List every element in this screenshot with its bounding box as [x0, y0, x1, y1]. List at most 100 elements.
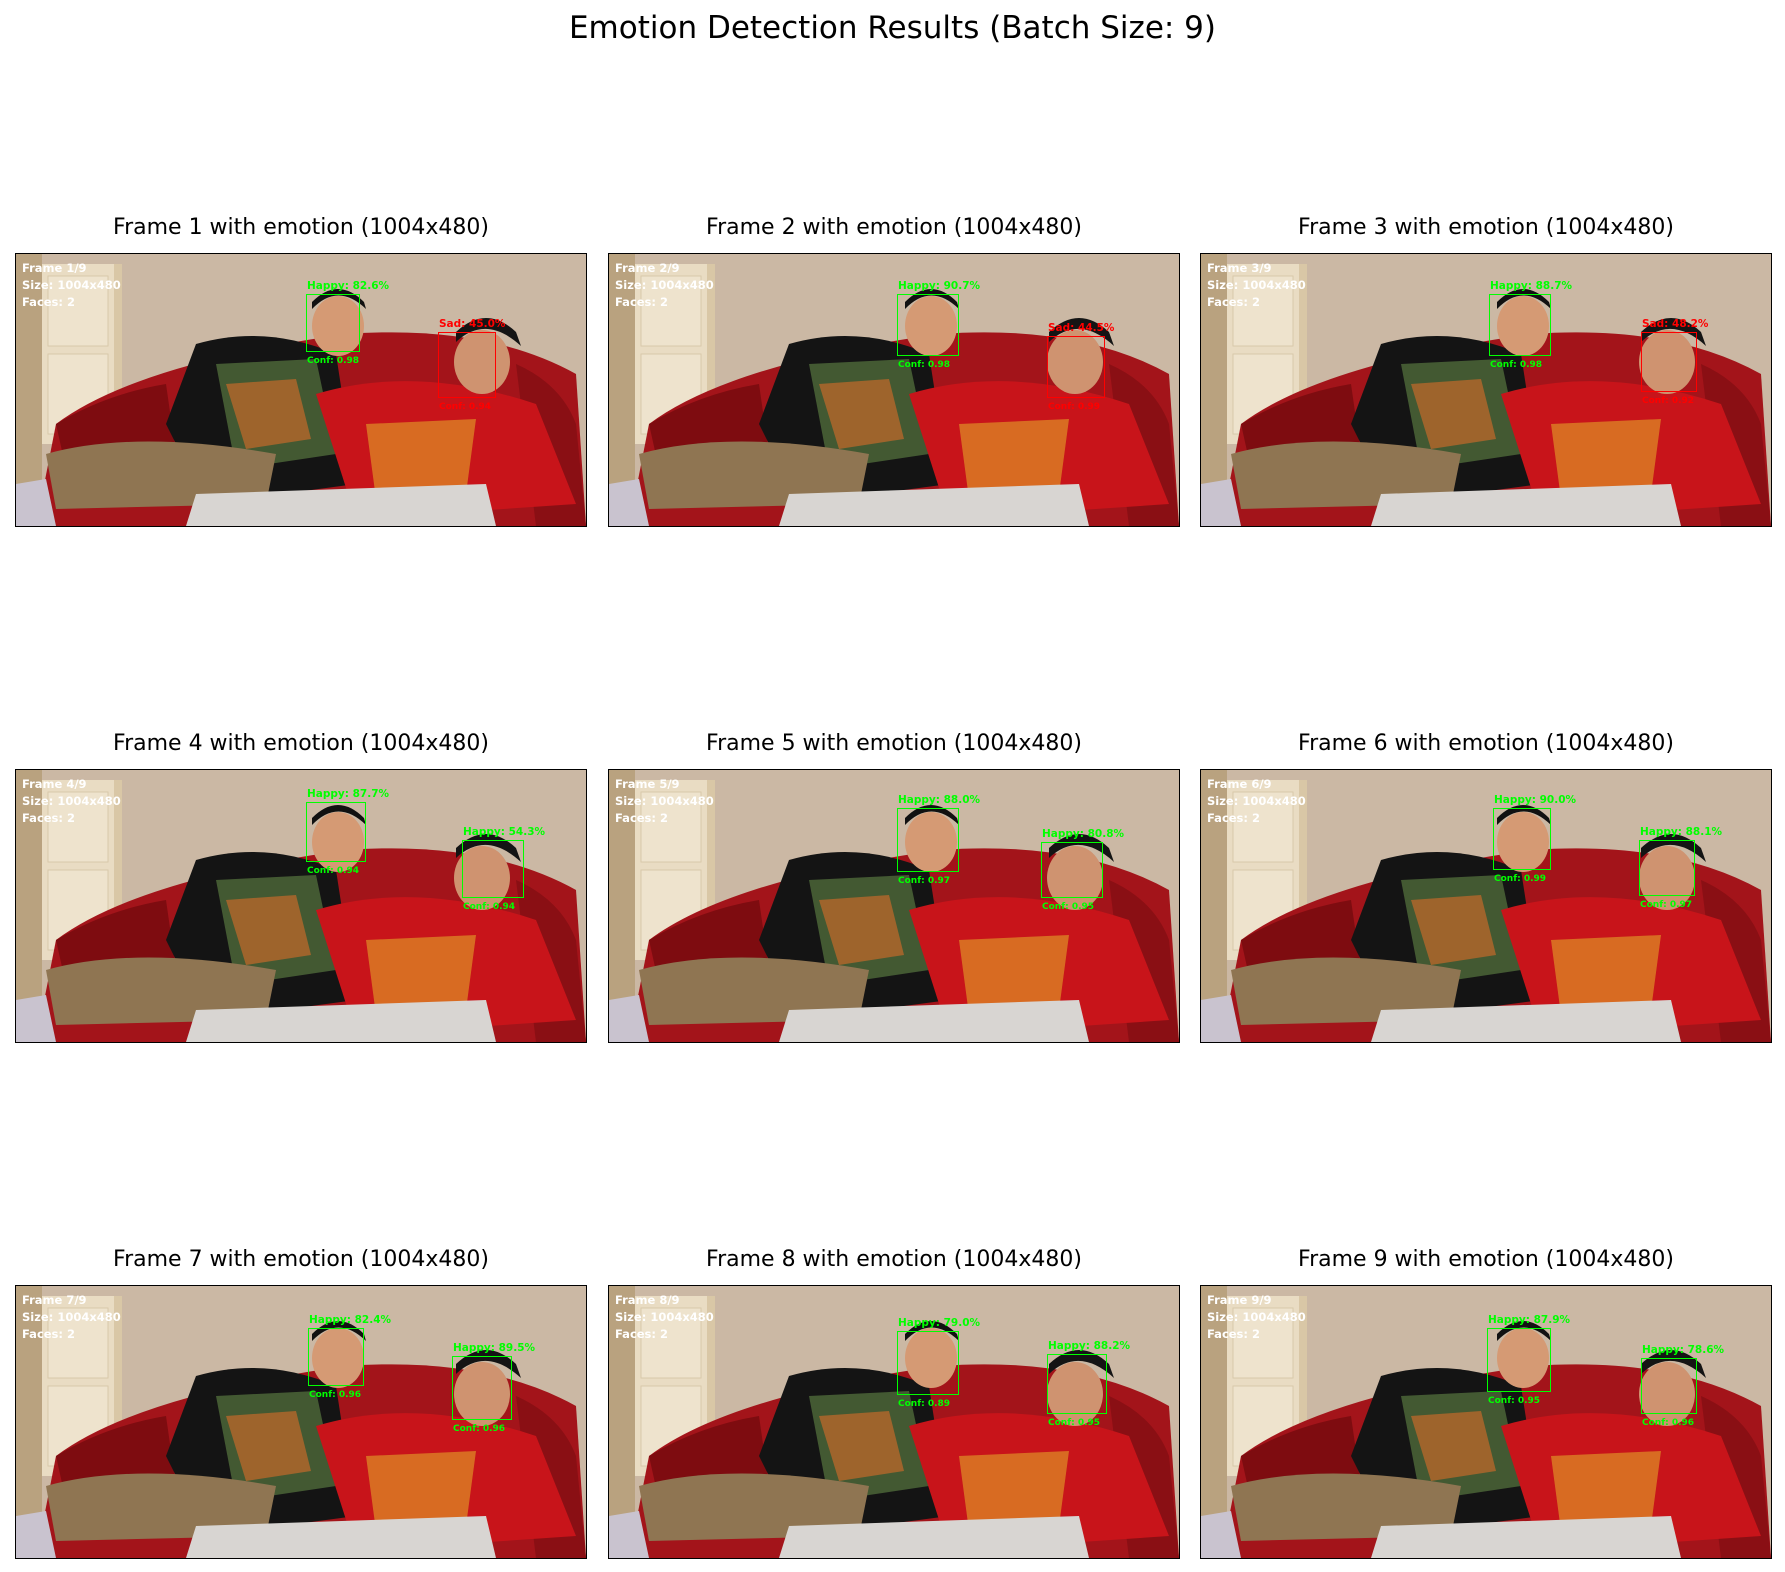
face-detection-box: Happy: 87.7% Conf: 0.94: [306, 788, 389, 876]
frame-title: Frame 6 with emotion (1004x480): [1298, 731, 1674, 756]
emotion-label: Happy: 79.0%: [898, 1317, 981, 1329]
frame-info-overlay: Frame 6/9 Size: 1004x480 Faces: 2: [1207, 776, 1306, 827]
frame-info-line: Frame 6/9: [1207, 777, 1272, 791]
frame-info-overlay: Frame 9/9 Size: 1004x480 Faces: 2: [1207, 1292, 1306, 1343]
frame-panel: Frame 2 with emotion (1004x480) Frame 2/…: [608, 215, 1180, 527]
face-detection-box: Happy: 54.3% Conf: 0.94: [462, 826, 545, 912]
face-detection-box: Sad: 44.5% Conf: 0.99: [1047, 322, 1114, 412]
emotion-label: Happy: 88.1%: [1640, 826, 1723, 838]
face-detection-box: Happy: 87.9% Conf: 0.95: [1487, 1314, 1570, 1406]
frame-info-line: Frame 3/9: [1207, 261, 1272, 275]
emotion-label: Happy: 87.7%: [307, 788, 390, 800]
frame-info-line: Frame 7/9: [22, 1293, 87, 1307]
frame-info-line: Frame 2/9: [615, 261, 680, 275]
face-detection-box: Happy: 90.7% Conf: 0.98: [897, 280, 980, 370]
face-detection-box: Sad: 45.0% Conf: 0.94: [438, 318, 505, 412]
frame-info-line: Size: 1004x480: [615, 1310, 714, 1324]
confidence-label: Conf: 0.97: [1640, 900, 1693, 910]
face-detection-box: Happy: 88.1% Conf: 0.97: [1639, 826, 1722, 910]
frame-title: Frame 4 with emotion (1004x480): [113, 731, 489, 756]
face-detection-box: Happy: 82.4% Conf: 0.96: [308, 1314, 391, 1400]
confidence-label: Conf: 0.98: [898, 360, 951, 370]
confidence-label: Conf: 0.95: [1488, 1396, 1541, 1406]
frame-image: Frame 9/9 Size: 1004x480 Faces: 2 Happy: 87…: [1200, 1285, 1772, 1559]
emotion-label: Happy: 88.0%: [898, 794, 981, 806]
frame-title: Frame 3 with emotion (1004x480): [1298, 215, 1674, 240]
frame-title: Frame 8 with emotion (1004x480): [706, 1247, 1082, 1272]
face-detection-box: Happy: 88.7% Conf: 0.98: [1489, 280, 1572, 370]
frame-info-line: Size: 1004x480: [22, 1310, 121, 1324]
frame-info-line: Faces: 2: [1207, 811, 1261, 825]
emotion-label: Sad: 48.2%: [1642, 318, 1709, 330]
frame-image: Frame 7/9 Size: 1004x480 Faces: 2 Happy: 82…: [15, 1285, 587, 1559]
frame-panel: Frame 6 with emotion (1004x480) Frame 6/…: [1200, 731, 1772, 1043]
frame-panel: Frame 7 with emotion (1004x480) Frame 7/…: [15, 1247, 587, 1559]
emotion-label: Sad: 45.0%: [439, 318, 506, 330]
frame-panel: Frame 4 with emotion (1004x480) Frame 4/…: [15, 731, 587, 1043]
confidence-label: Conf: 0.95: [1042, 902, 1095, 912]
confidence-label: Conf: 0.98: [1490, 360, 1543, 370]
frame-title: Frame 7 with emotion (1004x480): [113, 1247, 489, 1272]
frame-panel: Frame 5 with emotion (1004x480) Frame 5/…: [608, 731, 1180, 1043]
face-detection-box: Happy: 89.5% Conf: 0.96: [452, 1342, 535, 1434]
frame-image: Frame 1/9 Size: 1004x480 Faces: 2 Happy: 82…: [15, 253, 587, 527]
emotion-label: Happy: 89.5%: [453, 1342, 536, 1354]
frame-info-line: Size: 1004x480: [1207, 1310, 1306, 1324]
frame-info-line: Faces: 2: [22, 295, 76, 309]
emotion-label: Happy: 82.4%: [309, 1314, 392, 1326]
frame-info-line: Size: 1004x480: [1207, 278, 1306, 292]
frame-image: Frame 3/9 Size: 1004x480 Faces: 2 Happy: 88…: [1200, 253, 1772, 527]
frame-panel: Frame 3 with emotion (1004x480) Frame 3/…: [1200, 215, 1772, 527]
frame-info-line: Frame 4/9: [22, 777, 87, 791]
confidence-label: Conf: 0.99: [1494, 874, 1547, 884]
frame-info-line: Faces: 2: [615, 811, 669, 825]
frame-info-overlay: Frame 7/9 Size: 1004x480 Faces: 2: [22, 1292, 121, 1343]
confidence-label: Conf: 0.94: [307, 866, 360, 876]
emotion-label: Happy: 90.0%: [1494, 794, 1577, 806]
frame-info-overlay: Frame 1/9 Size: 1004x480 Faces: 2: [22, 260, 121, 311]
face-detection-box: Happy: 90.0% Conf: 0.99: [1493, 794, 1576, 884]
confidence-label: Conf: 0.92: [1642, 396, 1695, 406]
frame-info-line: Faces: 2: [22, 1327, 76, 1341]
confidence-label: Conf: 0.89: [898, 1399, 951, 1409]
confidence-label: Conf: 0.96: [309, 1390, 362, 1400]
face-detection-box: Happy: 82.6% Conf: 0.98: [306, 280, 389, 366]
frame-info-line: Size: 1004x480: [615, 278, 714, 292]
frame-panel: Frame 9 with emotion (1004x480) Frame 9/…: [1200, 1247, 1772, 1559]
frame-info-line: Frame 1/9: [22, 261, 87, 275]
frame-info-overlay: Frame 4/9 Size: 1004x480 Faces: 2: [22, 776, 121, 827]
emotion-label: Happy: 87.9%: [1488, 1314, 1571, 1326]
frame-info-line: Faces: 2: [615, 1327, 669, 1341]
confidence-label: Conf: 0.99: [1048, 402, 1101, 412]
confidence-label: Conf: 0.95: [1048, 1418, 1101, 1428]
frame-info-line: Faces: 2: [1207, 1327, 1261, 1341]
confidence-label: Conf: 0.97: [898, 876, 951, 886]
frame-title: Frame 1 with emotion (1004x480): [113, 215, 489, 240]
frame-info-line: Frame 9/9: [1207, 1293, 1272, 1307]
frame-image: Frame 5/9 Size: 1004x480 Faces: 2 Happy: 88…: [608, 769, 1180, 1043]
face-detection-box: Happy: 88.0% Conf: 0.97: [897, 794, 980, 886]
frame-info-line: Faces: 2: [1207, 295, 1261, 309]
confidence-label: Conf: 0.96: [1642, 1418, 1695, 1428]
frame-info-overlay: Frame 2/9 Size: 1004x480 Faces: 2: [615, 260, 714, 311]
face-detection-box: Happy: 80.8% Conf: 0.95: [1041, 828, 1124, 912]
confidence-label: Conf: 0.96: [453, 1424, 506, 1434]
frame-title: Frame 5 with emotion (1004x480): [706, 731, 1082, 756]
emotion-label: Happy: 82.6%: [307, 280, 390, 292]
frame-info-line: Faces: 2: [615, 295, 669, 309]
frame-info-line: Size: 1004x480: [615, 794, 714, 808]
frame-info-line: Size: 1004x480: [22, 794, 121, 808]
frame-image: Frame 4/9 Size: 1004x480 Faces: 2 Happy: 87…: [15, 769, 587, 1043]
face-detection-box: Happy: 79.0% Conf: 0.89: [897, 1317, 980, 1409]
frame-info-line: Size: 1004x480: [1207, 794, 1306, 808]
frame-title: Frame 2 with emotion (1004x480): [706, 215, 1082, 240]
confidence-label: Conf: 0.94: [439, 402, 492, 412]
emotion-label: Happy: 80.8%: [1042, 828, 1125, 840]
emotion-label: Happy: 88.7%: [1490, 280, 1573, 292]
emotion-label: Happy: 88.2%: [1048, 1340, 1131, 1352]
frame-info-line: Frame 8/9: [615, 1293, 680, 1307]
emotion-label: Happy: 78.6%: [1642, 1344, 1725, 1356]
frame-info-line: Frame 5/9: [615, 777, 680, 791]
figure-title: Emotion Detection Results (Batch Size: 9…: [568, 10, 1217, 46]
frame-title: Frame 9 with emotion (1004x480): [1298, 1247, 1674, 1272]
